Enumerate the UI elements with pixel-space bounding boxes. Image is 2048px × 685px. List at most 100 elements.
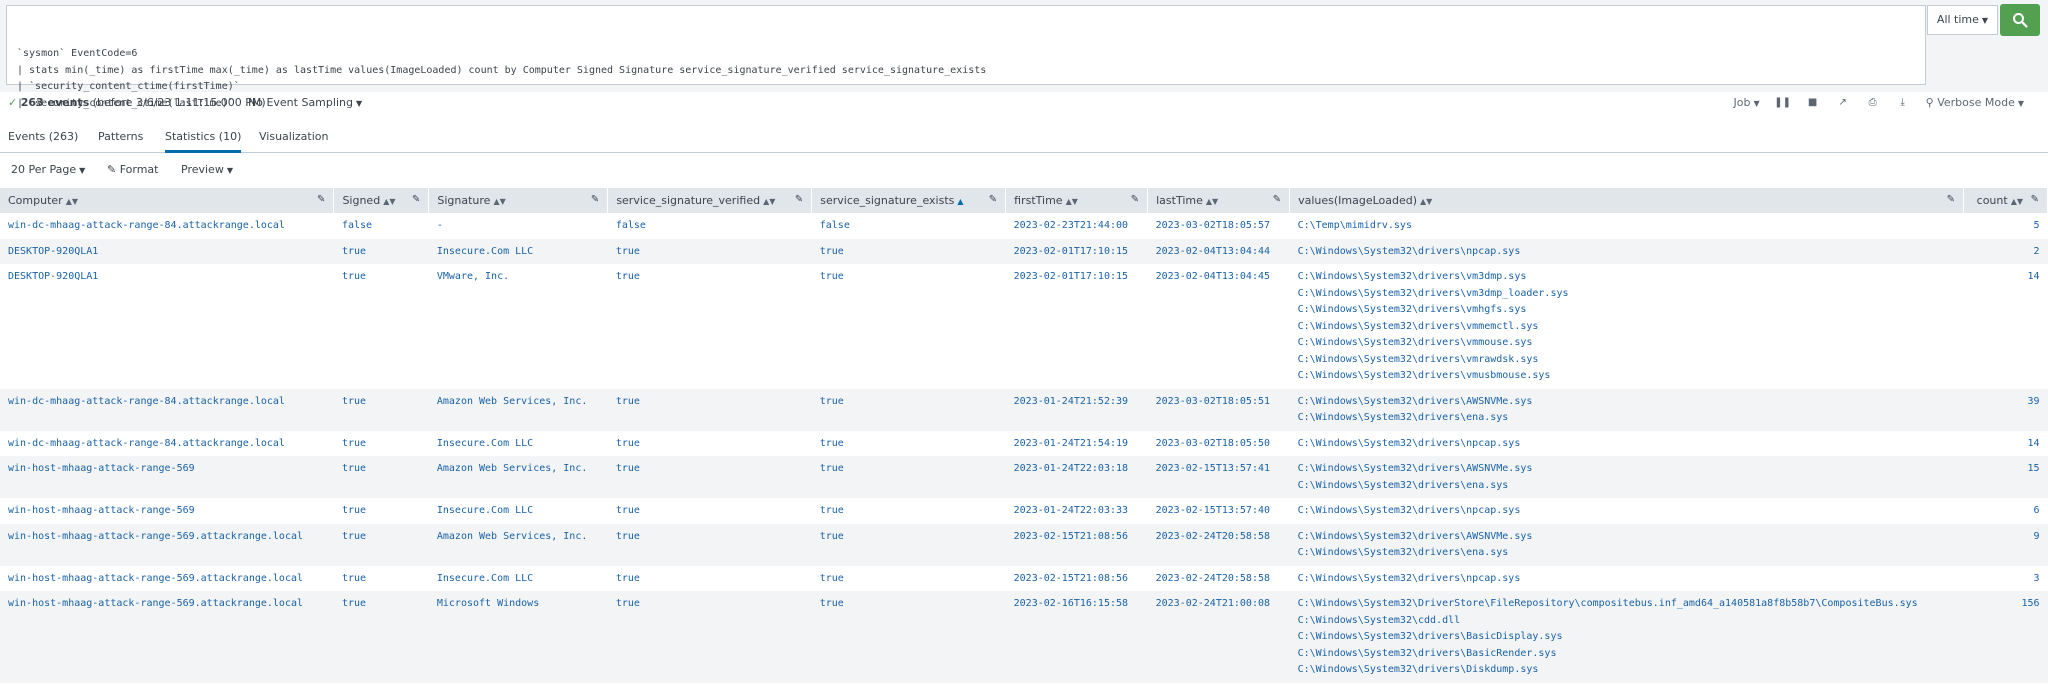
cell-signature[interactable]: Amazon Web Services, Inc. [428,456,608,498]
job-menu[interactable]: Job ▼ [1734,96,1760,109]
time-range-picker[interactable]: All time ▼ [1927,5,1998,35]
search-button[interactable] [2000,4,2040,36]
cell-first[interactable]: 2023-02-01T17:10:15 [1005,238,1148,264]
pause-icon[interactable]: ❚❚ [1774,97,1791,109]
imageloaded-value[interactable]: C:\Windows\System32\drivers\vmusbmouse.s… [1298,368,1956,385]
cell-first[interactable]: 2023-02-15T21:08:56 [1005,523,1148,566]
tab-events[interactable]: Events (263) [8,130,78,150]
imageloaded-value[interactable]: C:\Windows\System32\drivers\vmhgfs.sys [1298,302,1956,319]
cell-exists[interactable]: false [811,213,1006,239]
cell-last[interactable]: 2023-02-04T13:04:44 [1147,238,1290,264]
column-header-computer[interactable]: Computer ▲▼ ✎ [0,188,335,213]
cell-computer[interactable]: win-dc-mhaag-attack-range-84.attackrange… [0,430,334,456]
tab-patterns[interactable]: Patterns [98,130,143,150]
cell-exists[interactable]: true [811,264,1006,389]
column-header-firsttime[interactable]: firstTime ▲▼ ✎ [1005,188,1149,213]
cell-computer[interactable]: win-host-mhaag-attack-range-569 [0,498,334,524]
cell-verified[interactable]: true [607,238,812,264]
cell-count[interactable]: 5 [1963,213,2048,239]
cell-computer[interactable]: win-host-mhaag-attack-range-569.attackra… [0,565,334,591]
event-sampling-dropdown[interactable]: No Event Sampling ▼ [248,96,362,109]
format-button[interactable]: ✎ Format [107,163,158,176]
cell-verified[interactable]: true [607,264,812,389]
cell-first[interactable]: 2023-02-23T21:44:00 [1005,213,1148,239]
imageloaded-value[interactable]: C:\Windows\System32\drivers\BasicDisplay… [1298,629,1956,646]
cell-count[interactable]: 2 [1963,238,2048,264]
cell-signature[interactable]: Insecure.Com LLC [428,498,608,524]
column-header-service-signature-verified[interactable]: service_signature_verified ▲▼ ✎ [607,188,813,213]
print-icon[interactable]: ⎙ [1866,97,1880,109]
imageloaded-value[interactable]: C:\Windows\System32\drivers\ena.sys [1298,478,1956,495]
column-header-lasttime[interactable]: lastTime ▲▼ ✎ [1147,188,1291,213]
cell-computer[interactable]: win-host-mhaag-attack-range-569 [0,456,334,498]
cell-computer[interactable]: DESKTOP-920QLA1 [0,238,334,264]
pencil-icon[interactable]: ✎ [2031,194,2039,205]
cell-computer[interactable]: win-dc-mhaag-attack-range-84.attackrange… [0,213,334,239]
pencil-icon[interactable]: ✎ [1947,194,1955,205]
cell-signature[interactable]: Insecure.Com LLC [428,565,608,591]
cell-verified[interactable]: true [607,565,812,591]
cell-exists[interactable]: true [811,388,1006,431]
cell-last[interactable]: 2023-02-24T20:58:58 [1147,565,1290,591]
cell-signature[interactable]: VMware, Inc. [428,264,608,389]
cell-count[interactable]: 14 [1963,430,2048,456]
cell-signed[interactable]: true [333,565,429,591]
tab-visualization[interactable]: Visualization [259,130,328,150]
cell-computer[interactable]: win-dc-mhaag-attack-range-84.attackrange… [0,388,334,431]
imageloaded-value[interactable]: C:\Windows\System32\cdd.dll [1298,613,1956,630]
cell-count[interactable]: 6 [1963,498,2048,524]
pencil-icon[interactable]: ✎ [317,194,325,205]
cell-exists[interactable]: true [811,523,1006,566]
share-icon[interactable]: ↗ [1836,97,1850,109]
cell-last[interactable]: 2023-02-24T20:58:58 [1147,523,1290,566]
imageloaded-value[interactable]: C:\Windows\System32\drivers\AWSNVMe.sys [1298,461,1956,478]
stop-icon[interactable]: ■ [1806,97,1820,109]
cell-exists[interactable]: true [811,238,1006,264]
cell-exists[interactable]: true [811,498,1006,524]
tab-statistics[interactable]: Statistics (10) [165,130,242,153]
cell-signed[interactable]: false [333,213,429,239]
cell-first[interactable]: 2023-01-24T21:52:39 [1005,388,1148,431]
imageloaded-value[interactable]: C:\Windows\System32\drivers\vmrawdsk.sys [1298,352,1956,369]
imageloaded-value[interactable]: C:\Windows\System32\drivers\AWSNVMe.sys [1298,394,1956,411]
cell-signed[interactable]: true [333,498,429,524]
cell-last[interactable]: 2023-02-04T13:04:45 [1147,264,1290,389]
pencil-icon[interactable]: ✎ [1131,194,1139,205]
cell-signature[interactable]: Insecure.Com LLC [428,238,608,264]
cell-last[interactable]: 2023-03-02T18:05:57 [1147,213,1290,239]
imageloaded-value[interactable]: C:\Windows\System32\drivers\vm3dmp.sys [1298,269,1956,286]
pencil-icon[interactable]: ✎ [412,194,420,205]
cell-signature[interactable]: Amazon Web Services, Inc. [428,388,608,431]
cell-last[interactable]: 2023-03-02T18:05:51 [1147,388,1290,431]
pencil-icon[interactable]: ✎ [1273,194,1281,205]
cell-exists[interactable]: true [811,591,1006,683]
cell-first[interactable]: 2023-02-16T16:15:58 [1005,591,1148,683]
cell-signature[interactable]: Insecure.Com LLC [428,430,608,456]
imageloaded-value[interactable]: C:\Windows\System32\drivers\npcap.sys [1298,503,1956,520]
cell-verified[interactable]: true [607,591,812,683]
cell-signed[interactable]: true [333,591,429,683]
cell-signature[interactable]: - [428,213,608,239]
cell-first[interactable]: 2023-01-24T22:03:18 [1005,456,1148,498]
imageloaded-value[interactable]: C:\Windows\System32\drivers\npcap.sys [1298,571,1956,588]
imageloaded-value[interactable]: C:\Windows\System32\drivers\vm3dmp_loade… [1298,286,1956,303]
column-header-service-signature-exists[interactable]: service_signature_exists ▲ ✎ [811,188,1007,213]
cell-verified[interactable]: true [607,430,812,456]
imageloaded-value[interactable]: C:\Windows\System32\drivers\Diskdump.sys [1298,662,1956,679]
search-query-editor[interactable]: `sysmon` EventCode=6 | stats min(_time) a… [6,5,1926,109]
column-header-signed[interactable]: Signed ▲▼ ✎ [333,188,430,213]
imageloaded-value[interactable]: C:\Windows\System32\DriverStore\FileRepo… [1298,596,1956,613]
export-icon[interactable]: ⤓ [1896,97,1910,109]
cell-verified[interactable]: true [607,388,812,431]
cell-exists[interactable]: true [811,565,1006,591]
cell-signature[interactable]: Microsoft Windows [428,591,608,683]
cell-first[interactable]: 2023-02-01T17:10:15 [1005,264,1148,389]
cell-verified[interactable]: false [607,213,812,239]
cell-signature[interactable]: Amazon Web Services, Inc. [428,523,608,566]
cell-last[interactable]: 2023-02-15T13:57:41 [1147,456,1290,498]
cell-verified[interactable]: true [607,456,812,498]
cell-last[interactable]: 2023-03-02T18:05:50 [1147,430,1290,456]
column-header-signature[interactable]: Signature ▲▼ ✎ [428,188,609,213]
cell-last[interactable]: 2023-02-15T13:57:40 [1147,498,1290,524]
cell-signed[interactable]: true [333,238,429,264]
